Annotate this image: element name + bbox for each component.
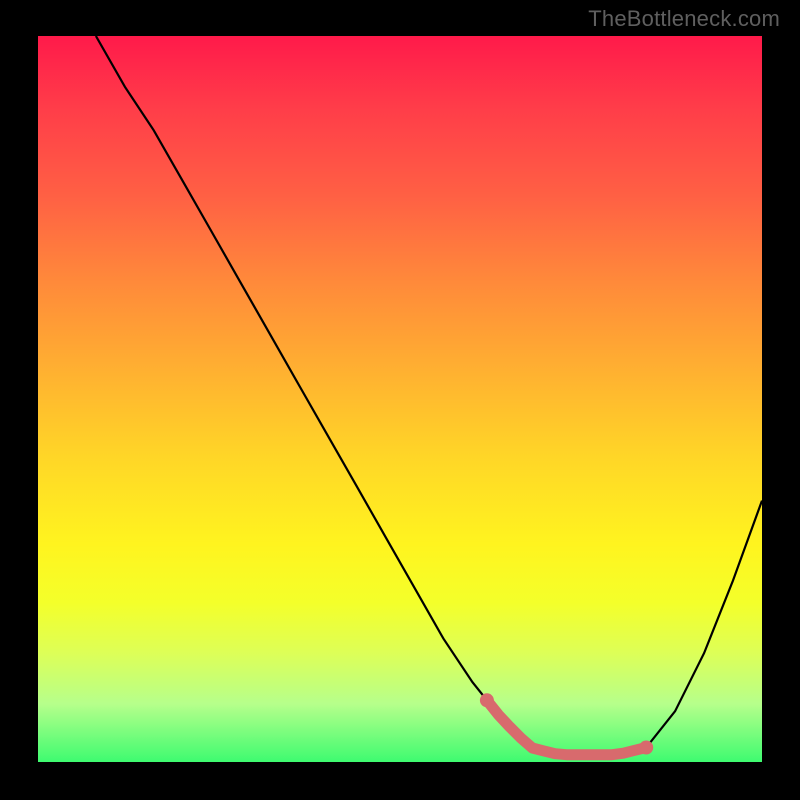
attribution-text: TheBottleneck.com bbox=[588, 6, 780, 32]
curve-path bbox=[96, 36, 762, 755]
optimal-region-highlight bbox=[487, 700, 646, 754]
plot-area bbox=[38, 36, 762, 762]
highlight-start-marker bbox=[480, 693, 494, 707]
highlight-end-marker bbox=[639, 741, 653, 755]
bottleneck-curve bbox=[38, 36, 762, 762]
chart-container: TheBottleneck.com bbox=[0, 0, 800, 800]
